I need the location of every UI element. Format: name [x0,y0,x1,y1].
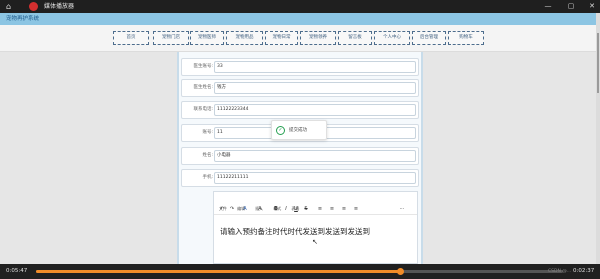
field-label: 医生姓名: [193,85,213,90]
editor-toolbar: ↶ ↷ A A B I U S ≡ ≡ ≡ ≡ ⋯ [214,205,417,215]
bold-icon[interactable]: B [272,205,280,214]
check-circle-icon: ✓ [276,126,285,135]
align-center-icon[interactable]: ≡ [328,205,336,214]
field-label: 手机: [202,175,213,180]
success-toast: ✓ 提交成功 [271,120,327,140]
mouse-cursor-icon: ↖ [312,238,318,246]
nav-item-cart[interactable]: 购物车 [448,31,484,45]
close-button[interactable]: ✕ [582,0,600,13]
doctor-account-input[interactable]: 33 [214,61,416,73]
italic-icon[interactable]: I [282,205,290,214]
strikethrough-icon[interactable]: S [302,205,310,214]
undo-icon[interactable]: ↶ [218,205,226,214]
media-player-controls: 0:05:47 CSDN @... 0:02:37 [0,264,600,279]
nav-item-pet-store[interactable]: 宠物门店 [153,31,189,45]
minimize-button[interactable]: — [538,0,558,13]
field-label: 医生账号: [193,64,213,69]
redo-icon[interactable]: ↷ [228,205,236,214]
elapsed-time: 0:05:47 [6,268,28,274]
name-input[interactable]: 小电器 [214,150,416,162]
toast-message: 提交成功 [289,128,307,133]
mobile-input[interactable]: 11122211111 [214,172,416,184]
watermark: CSDN @... [548,269,572,274]
app-title: 宠物再护系统 [6,16,40,22]
align-justify-icon[interactable]: ≡ [352,205,360,214]
form-row-doctor-name: 医生姓名: 钱方 [181,79,419,97]
nav-item-admin[interactable]: 后台管理 [412,31,446,45]
editor-menubar: 文件 编辑 插入 格式 表格 [214,195,417,211]
rich-text-editor[interactable]: 文件 编辑 插入 格式 表格 ↶ ↷ A A B I U S ≡ ≡ ≡ ≡ ⋯… [213,191,418,264]
nav-item-pet-adoption[interactable]: 宠物领养 [300,31,336,45]
seek-bar[interactable] [36,268,563,275]
align-right-icon[interactable]: ≡ [340,205,348,214]
home-icon[interactable]: ⌂ [6,2,11,11]
vertical-scrollbar[interactable] [596,13,600,264]
window-titlebar: ⌂ 媒体播放器 — ▢ ✕ [0,0,600,13]
field-label: 账号: [202,130,213,135]
underline-icon[interactable]: U [292,205,300,214]
nav-item-pet-daily[interactable]: 宠物日常 [265,31,298,45]
form-row-name: 姓名: 小电器 [181,147,419,165]
form-row-doctor-account: 医生账号: 33 [181,58,419,76]
field-label: 联系电话: [193,107,213,112]
align-left-icon[interactable]: ≡ [316,205,324,214]
form-row-phone: 联系电话: 11122223344 [181,101,419,119]
scrollbar-thumb[interactable] [597,33,599,93]
nav-item-personal-center[interactable]: 个人中心 [374,31,410,45]
form-row-mobile: 手机: 11122211111 [181,169,419,187]
media-player-app-icon [29,2,38,11]
highlight-color-icon[interactable]: A [256,205,264,214]
remaining-time: 0:02:37 [573,268,595,274]
nav-bar: 首页 宠物门店 宠物医师 宠物用品 宠物日常 宠物领养 留言板 个人中心 后台管… [0,25,596,52]
nav-item-home[interactable]: 首页 [113,31,149,45]
window-title: 媒体播放器 [44,3,75,10]
more-icon[interactable]: ⋯ [398,205,406,214]
seek-bar-handle[interactable] [396,268,404,275]
app-header: 宠物再护系统 [0,13,596,25]
nav-item-pet-doctor[interactable]: 宠物医师 [190,31,224,45]
editor-content[interactable]: 请输入预约备注时代时代发送到发送到发送到 [220,227,370,237]
seek-bar-progress [36,270,400,273]
nav-item-message-board[interactable]: 留言板 [338,31,372,45]
field-label: 姓名: [202,153,213,158]
nav-item-pet-supplies[interactable]: 宠物用品 [226,31,263,45]
phone-input[interactable]: 11122223344 [214,104,416,116]
maximize-button[interactable]: ▢ [561,0,581,13]
doctor-name-input[interactable]: 钱方 [214,82,416,94]
text-color-icon[interactable]: A [241,205,249,214]
